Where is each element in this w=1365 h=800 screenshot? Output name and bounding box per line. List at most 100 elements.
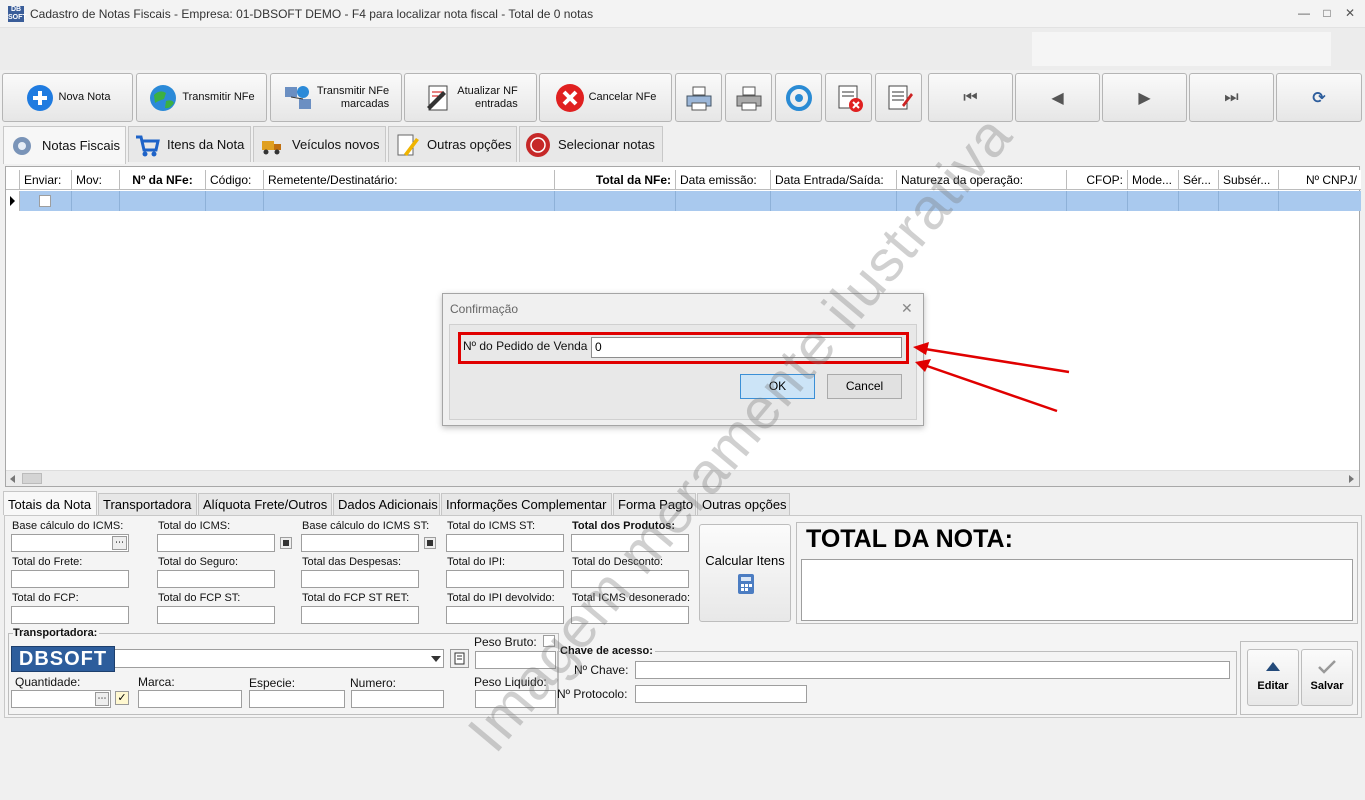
base-icms-st-button[interactable] (424, 537, 436, 549)
scroll-thumb[interactable] (22, 473, 42, 484)
scroll-right-icon[interactable] (1346, 473, 1356, 485)
tab-outras-opcoes[interactable]: Outras opções (388, 126, 517, 162)
quantidade-ellipsis-button[interactable]: ⋯ (95, 692, 109, 706)
close-icon[interactable]: ✕ (1343, 6, 1357, 20)
col-serie[interactable]: Sér... (1179, 170, 1219, 190)
tab-informacoes-complementar[interactable]: Informações Complementar (441, 493, 612, 515)
peso-bruto-checkbox[interactable] (543, 635, 555, 647)
col-enviar[interactable]: Enviar: (20, 170, 72, 190)
col-mov[interactable]: Mov: (72, 170, 120, 190)
edit-xml-button[interactable] (875, 73, 922, 122)
refresh-button[interactable]: ⟳ (1276, 73, 1362, 122)
total-fcp-label: Total do FCP: (12, 592, 79, 604)
cancel-button[interactable]: Cancel (827, 374, 902, 399)
next-record-button[interactable]: ▶ (1102, 73, 1187, 122)
col-cnpj[interactable]: Nº CNPJ/ (1279, 170, 1361, 190)
transmitir-nfe-button[interactable]: Transmitir NFe (136, 73, 267, 122)
tab-aliquota-frete[interactable]: Alíquota Frete/Outros (198, 493, 332, 515)
tab-itens-nota[interactable]: Itens da Nota (128, 126, 251, 162)
calcular-itens-button[interactable]: Calcular Itens (699, 524, 791, 622)
total-icms-button[interactable] (280, 537, 292, 549)
numero-field[interactable] (351, 690, 444, 708)
col-subserie[interactable]: Subsér... (1219, 170, 1279, 190)
cancel-xml-button[interactable] (825, 73, 872, 122)
col-numero-nfe[interactable]: Nº da NFe: (120, 170, 206, 190)
total-fcp-st-ret-label: Total do FCP ST RET: (302, 592, 410, 604)
maximize-icon[interactable]: □ (1320, 6, 1334, 20)
base-icms-ellipsis-button[interactable]: ⋯ (112, 536, 127, 550)
col-data-emissao[interactable]: Data emissão: (676, 170, 771, 190)
peso-liquido-field[interactable] (475, 690, 556, 708)
col-cfop[interactable]: CFOP: (1067, 170, 1128, 190)
peso-bruto-field[interactable] (475, 651, 556, 669)
total-fcp-st-field[interactable] (157, 606, 275, 624)
tab-outras-opcoes-bottom[interactable]: Outras opções (697, 493, 790, 515)
total-icms-desonerado-field[interactable] (571, 606, 689, 624)
pedido-venda-input[interactable]: 0 (591, 337, 902, 358)
first-record-button[interactable]: ⏮ (928, 73, 1013, 122)
quantidade-check-icon[interactable]: ✓ (115, 691, 129, 705)
peso-liquido-label: Peso Liquido: (474, 675, 547, 689)
total-seguro-field[interactable] (157, 570, 275, 588)
col-natureza[interactable]: Natureza da operação: (897, 170, 1067, 190)
tab-selecionar-notas[interactable]: Selecionar notas (519, 126, 663, 162)
arrow-up-icon (1266, 662, 1280, 671)
n-chave-field[interactable] (635, 661, 1230, 679)
total-ipi-field[interactable] (446, 570, 564, 588)
dialog-close-icon[interactable]: ✕ (901, 300, 913, 317)
total-fcp-st-ret-field[interactable] (301, 606, 419, 624)
col-remetente[interactable]: Remetente/Destinatário: (264, 170, 555, 190)
plus-icon (25, 83, 55, 113)
minimize-icon[interactable]: — (1297, 6, 1311, 20)
col-total-nfe[interactable]: Total da NFe: (555, 170, 676, 190)
atualizar-nf-entradas-button[interactable]: Atualizar NF entradas (404, 73, 537, 122)
total-icms-field[interactable] (157, 534, 275, 552)
transportadora-lookup-button[interactable] (450, 649, 469, 668)
total-desconto-label: Total do Desconto: (572, 556, 664, 568)
total-desconto-field[interactable] (571, 570, 689, 588)
grid-indicator-header (6, 170, 20, 190)
editar-button[interactable]: Editar (1247, 649, 1299, 706)
remetente-cell (264, 191, 555, 211)
printer-gray-icon (734, 83, 764, 113)
tab-dados-adicionais[interactable]: Dados Adicionais (333, 493, 440, 515)
last-record-button[interactable]: ⏭ (1189, 73, 1274, 122)
total-ipi-label: Total do IPI: (447, 556, 506, 568)
transmitir-nfe-marcadas-button[interactable]: Transmitir NFe marcadas (270, 73, 402, 122)
table-row[interactable] (6, 191, 1361, 211)
total-produtos-field[interactable] (571, 534, 689, 552)
cancelar-nfe-button[interactable]: Cancelar NFe (539, 73, 672, 122)
email-button[interactable] (775, 73, 822, 122)
tab-notas-fiscais[interactable]: Notas Fiscais (3, 126, 126, 164)
print-preview-button[interactable] (725, 73, 772, 122)
col-codigo[interactable]: Código: (206, 170, 264, 190)
n-protocolo-field[interactable] (635, 685, 807, 703)
numero-label: Numero: (350, 676, 397, 690)
tab-transportadora[interactable]: Transportadora (98, 493, 197, 515)
total-icms-st-field[interactable] (446, 534, 564, 552)
salvar-button[interactable]: Salvar (1301, 649, 1353, 706)
total-frete-field[interactable] (11, 570, 129, 588)
total-ipi-devolvido-field[interactable] (446, 606, 564, 624)
marca-field[interactable] (138, 690, 242, 708)
ok-button[interactable]: OK (740, 374, 815, 399)
horizontal-scrollbar[interactable] (6, 470, 1359, 486)
print-button[interactable] (675, 73, 722, 122)
enviar-cell[interactable] (20, 191, 72, 211)
tab-totais-nota[interactable]: Totais da Nota (3, 491, 97, 515)
total-fcp-st-label: Total do FCP ST: (158, 592, 241, 604)
nova-nota-button[interactable]: Nova Nota (2, 73, 133, 122)
scroll-left-icon[interactable] (8, 473, 18, 485)
total-icms-desonerado-label: Total ICMS desonerado: (572, 592, 691, 604)
col-data-entrada-saida[interactable]: Data Entrada/Saída: (771, 170, 897, 190)
total-fcp-field[interactable] (11, 606, 129, 624)
col-modelo[interactable]: Mode... (1128, 170, 1179, 190)
tab-forma-pagto[interactable]: Forma Pagto (613, 493, 696, 515)
tab-veiculos-novos[interactable]: Veículos novos (253, 126, 386, 162)
base-icms-st-field[interactable] (301, 534, 419, 552)
previous-record-button[interactable]: ◀ (1015, 73, 1100, 122)
total-despesas-field[interactable] (301, 570, 419, 588)
window-title: Cadastro de Notas Fiscais - Empresa: 01-… (30, 6, 594, 21)
especie-field[interactable] (249, 690, 345, 708)
enviar-checkbox[interactable] (39, 195, 51, 207)
